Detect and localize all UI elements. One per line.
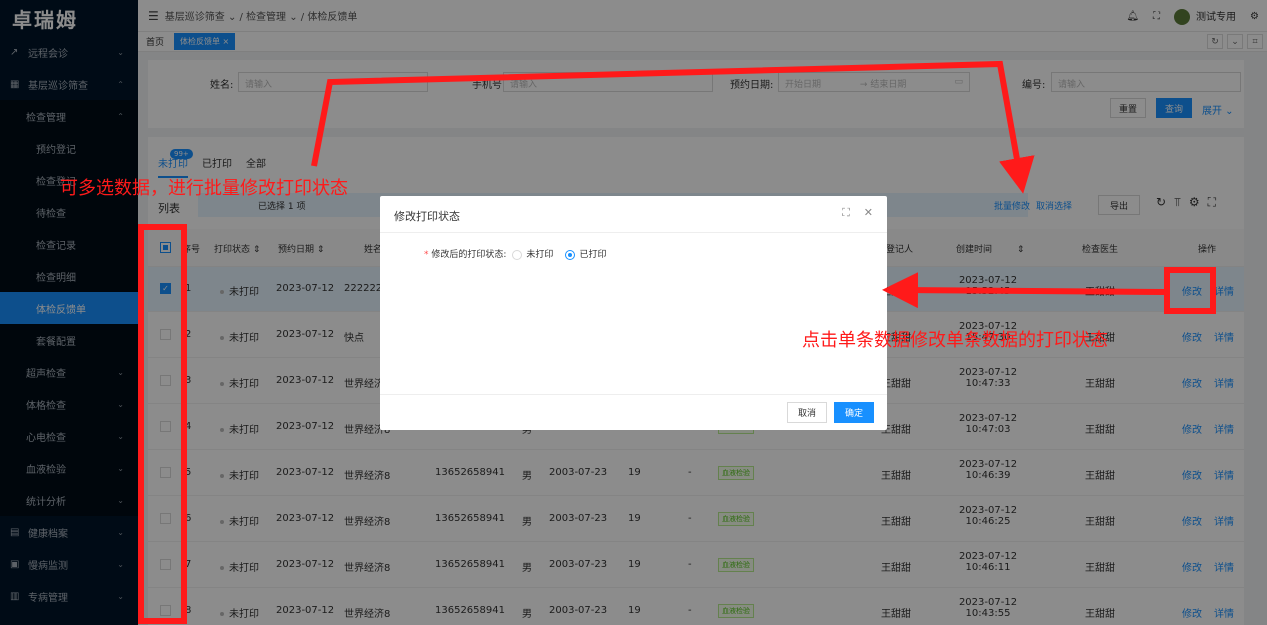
radio-circle-selected	[565, 249, 576, 260]
modal-controls: ⛶ ✕	[842, 206, 873, 220]
print-status-field: * 修改后的打印状态: 未打印 已打印	[424, 247, 606, 260]
close-icon[interactable]: ✕	[864, 206, 873, 220]
print-status-modal: 修改打印状态 ⛶ ✕ * 修改后的打印状态: 未打印 已打印 取消 确定	[380, 196, 887, 430]
radio-printed-label: 已打印	[579, 250, 607, 260]
modal-title: 修改打印状态	[394, 210, 460, 223]
ok-button[interactable]: 确定	[834, 402, 874, 423]
radio-unprinted[interactable]: 未打印	[512, 247, 553, 260]
radio-circle	[512, 249, 523, 260]
radio-unprinted-label: 未打印	[526, 250, 554, 260]
batch-annotation: 可多选数据，进行批量修改打印状态	[60, 178, 348, 199]
single-annotation: 点击单条数据修改单条数据的打印状态	[802, 330, 1108, 351]
radio-printed[interactable]: 已打印	[565, 247, 606, 260]
field-label-text: 修改后的打印状态:	[431, 250, 507, 260]
modal-divider	[380, 232, 887, 233]
cancel-button[interactable]: 取消	[787, 402, 827, 423]
field-label: * 修改后的打印状态:	[424, 250, 507, 260]
maximize-icon[interactable]: ⛶	[842, 206, 850, 220]
modal-footer-divider	[380, 394, 887, 395]
